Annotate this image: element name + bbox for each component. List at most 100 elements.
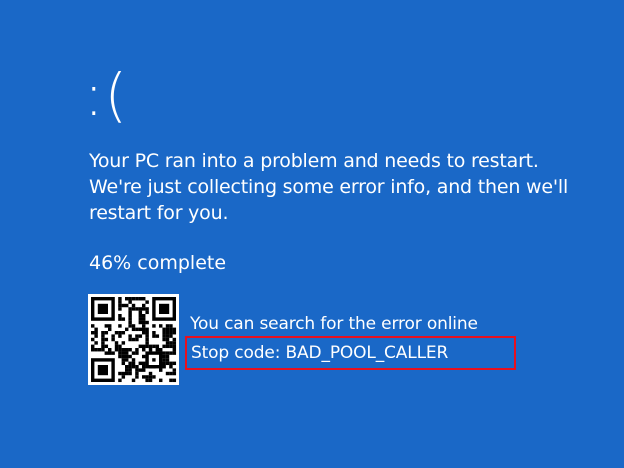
qr-module	[121, 375, 126, 379]
qr-module	[104, 331, 109, 335]
qr-module	[172, 348, 177, 352]
qr-module	[131, 297, 136, 301]
qr-module	[165, 331, 170, 335]
qr-module	[128, 324, 132, 328]
qr-module	[172, 351, 177, 355]
qr-module	[121, 317, 126, 321]
qr-module	[142, 327, 146, 332]
qr-module	[138, 344, 143, 349]
qr-module	[142, 324, 146, 328]
qr-module	[114, 341, 119, 345]
qr-module	[162, 337, 166, 342]
qr-module	[104, 337, 109, 342]
stop-code-highlight: Stop code: BAD_POOL_CALLER	[185, 336, 516, 370]
qr-module	[159, 348, 163, 352]
qr-module	[121, 341, 126, 345]
qr-module	[135, 297, 139, 301]
qr-module	[162, 351, 166, 355]
qr-module	[152, 324, 156, 328]
qr-module	[118, 303, 122, 308]
qr-module	[169, 365, 173, 369]
qr-module	[125, 351, 129, 355]
qr-module	[118, 378, 122, 383]
qr-module	[162, 331, 166, 335]
qr-module	[94, 341, 98, 345]
qr-module	[142, 331, 146, 335]
qr-module	[165, 358, 170, 362]
qr-module	[91, 348, 95, 352]
qr-module	[165, 354, 170, 359]
qr-module	[135, 334, 139, 338]
qr-module	[135, 327, 139, 332]
qr-module	[128, 320, 132, 325]
qr-module	[142, 375, 146, 379]
qr-module	[94, 327, 98, 332]
qr-module	[125, 297, 129, 301]
qr-module	[135, 307, 139, 311]
qr-module	[118, 348, 122, 352]
qr-module	[111, 334, 115, 338]
qr-module	[172, 337, 177, 342]
qr-module	[121, 303, 126, 308]
qr-module	[101, 337, 105, 342]
qr-module	[128, 317, 132, 321]
qr-code-graphic	[91, 297, 177, 383]
qr-module	[104, 344, 109, 349]
qr-module	[128, 371, 132, 376]
qr-module	[142, 348, 146, 352]
qr-module	[142, 354, 146, 359]
qr-finder-pattern	[97, 303, 108, 314]
qr-module	[148, 378, 153, 383]
qr-module	[169, 341, 173, 345]
qr-module	[142, 297, 146, 301]
qr-module	[104, 351, 109, 355]
qr-module	[121, 348, 126, 352]
qr-module	[104, 324, 109, 328]
qr-module	[169, 327, 173, 332]
qr-module	[118, 314, 122, 318]
qr-module	[142, 368, 146, 372]
qr-module	[121, 371, 126, 376]
qr-module	[135, 368, 139, 372]
qr-module	[101, 348, 105, 352]
qr-module	[165, 344, 170, 349]
qr-module	[148, 348, 153, 352]
qr-module	[138, 317, 143, 321]
qr-module	[142, 365, 146, 369]
qr-module	[118, 354, 122, 359]
qr-module	[125, 354, 129, 359]
qr-module	[172, 331, 177, 335]
qr-module	[108, 351, 112, 355]
qr-module	[142, 317, 146, 321]
qr-module	[138, 368, 143, 372]
qr-module	[162, 365, 166, 369]
qr-module	[131, 307, 136, 311]
qr-module	[131, 365, 136, 369]
qr-module	[159, 378, 163, 383]
qr-module	[128, 365, 132, 369]
qr-module	[162, 327, 166, 332]
error-message-line: We're just collecting some error info, a…	[89, 176, 569, 198]
qr-module	[169, 378, 173, 383]
qr-module	[155, 348, 160, 352]
qr-module	[169, 361, 173, 366]
qr-module	[128, 348, 132, 352]
qr-module	[138, 310, 143, 315]
qr-module	[138, 307, 143, 311]
qr-module	[152, 375, 156, 379]
qr-module	[152, 334, 156, 338]
qr-module	[169, 371, 173, 376]
qr-module	[169, 324, 173, 328]
qr-module	[131, 361, 136, 366]
error-message-line: restart for you.	[89, 202, 229, 224]
qr-module	[145, 300, 149, 304]
qr-module	[152, 331, 156, 335]
qr-module	[142, 344, 146, 349]
qr-module	[165, 371, 170, 376]
qr-module	[145, 341, 149, 345]
qr-finder-pattern	[159, 303, 170, 314]
qr-module	[152, 344, 156, 349]
qr-module	[101, 334, 105, 338]
qr-module	[165, 341, 170, 345]
qr-module	[135, 365, 139, 369]
